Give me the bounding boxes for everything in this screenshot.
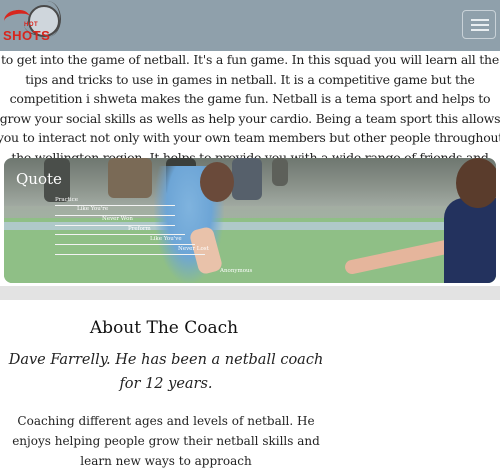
quote-divider [55, 254, 205, 255]
hamburger-menu-button[interactable] [462, 10, 496, 39]
quote-word: Preform [128, 226, 151, 232]
hamburger-menu-icon [471, 19, 489, 21]
quote-divider [55, 234, 185, 235]
about-coach-subtitle: Dave Farrelly. He has been a netball coa… [8, 352, 324, 392]
logo-text: SHOTS [3, 28, 51, 43]
quote-author: Anonymous [220, 268, 253, 274]
quote-word: Never Lost [178, 246, 209, 252]
site-header: HOT SHOTS [0, 0, 500, 51]
quote-word: Never Won [102, 216, 133, 222]
quote-divider [55, 205, 175, 206]
quote-divider [55, 225, 175, 226]
quote-title: Quote [16, 170, 62, 188]
section-divider [0, 286, 500, 300]
hot-shots-logo[interactable]: HOT SHOTS [0, 1, 64, 46]
about-coach-heading: About The Coach [89, 318, 239, 338]
about-coach-body: Coaching different ages and levels of ne… [12, 414, 320, 468]
quote-banner-image [4, 158, 496, 283]
quote-word: Like You've [150, 236, 182, 242]
quote-word: Like You're [77, 206, 109, 212]
quote-divider [55, 244, 195, 245]
quote-word: Practice [55, 197, 78, 203]
